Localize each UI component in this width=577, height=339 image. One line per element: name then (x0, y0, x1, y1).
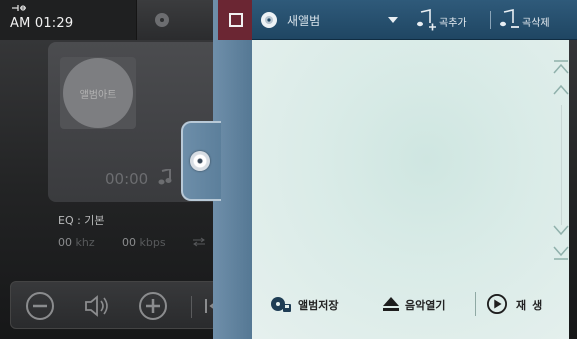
eq-setting: EQ : 기본 (58, 214, 105, 227)
album-art: 앨범아트 (60, 57, 136, 129)
minus-icon[interactable] (25, 291, 55, 321)
select-all-checkbox[interactable] (218, 0, 252, 40)
save-album-button[interactable]: 앨범저장 (270, 292, 370, 316)
dropdown-arrow-icon[interactable] (388, 17, 398, 23)
actions-divider (475, 292, 476, 316)
save-album-icon (271, 297, 291, 312)
delete-song-button[interactable]: 곡삭제 (498, 9, 574, 31)
bitrate-value: 00 (122, 236, 136, 249)
delete-song-icon (500, 9, 519, 28)
playback-time: 00:00 (105, 170, 149, 188)
add-song-button[interactable]: 곡추가 (415, 9, 487, 31)
delete-song-label: 곡삭제 (522, 18, 550, 29)
remote-signal-icon (12, 5, 26, 11)
open-music-label: 음악열기 (405, 299, 446, 312)
cd-icon (261, 12, 277, 28)
album-art-placeholder-text: 앨범아트 (79, 89, 117, 101)
album-select[interactable]: 새앨범 (287, 12, 320, 29)
sample-rate: 00 khz (58, 236, 95, 249)
add-song-icon (417, 9, 436, 31)
album-header: 새앨범 곡추가 곡삭제 (218, 0, 577, 40)
bitrate-unit: kbps (139, 236, 166, 249)
player-controls (10, 281, 240, 329)
play-button[interactable]: 재생 (486, 292, 556, 316)
play-icon (487, 294, 507, 314)
repeat-icon (193, 237, 205, 247)
disc-icon (155, 13, 169, 27)
header-divider (490, 11, 491, 29)
controls-divider (191, 296, 192, 318)
scrollbar-track[interactable] (561, 105, 562, 225)
checkbox-box (229, 13, 243, 27)
sample-rate-value: 00 (58, 236, 72, 249)
eject-icon (383, 297, 399, 311)
status-time: AM 01:29 (10, 16, 74, 31)
scroll-top-icon[interactable] (551, 60, 571, 76)
music-note-icon (158, 169, 172, 185)
speaker-icon[interactable] (81, 291, 111, 321)
play-label: 재생 (516, 299, 549, 312)
scroll-down-icon[interactable] (551, 222, 571, 238)
cd-handle-icon[interactable] (190, 151, 210, 171)
sample-rate-unit: khz (75, 236, 95, 249)
album-art-disc: 앨범아트 (63, 58, 133, 128)
open-music-button[interactable]: 음악열기 (381, 292, 471, 316)
save-album-label: 앨범저장 (298, 299, 339, 312)
add-song-label: 곡추가 (439, 18, 467, 29)
scroll-up-icon[interactable] (551, 82, 571, 98)
scroll-bottom-icon[interactable] (551, 244, 571, 260)
bitrate: 00 kbps (122, 236, 166, 249)
plus-icon[interactable] (138, 291, 168, 321)
